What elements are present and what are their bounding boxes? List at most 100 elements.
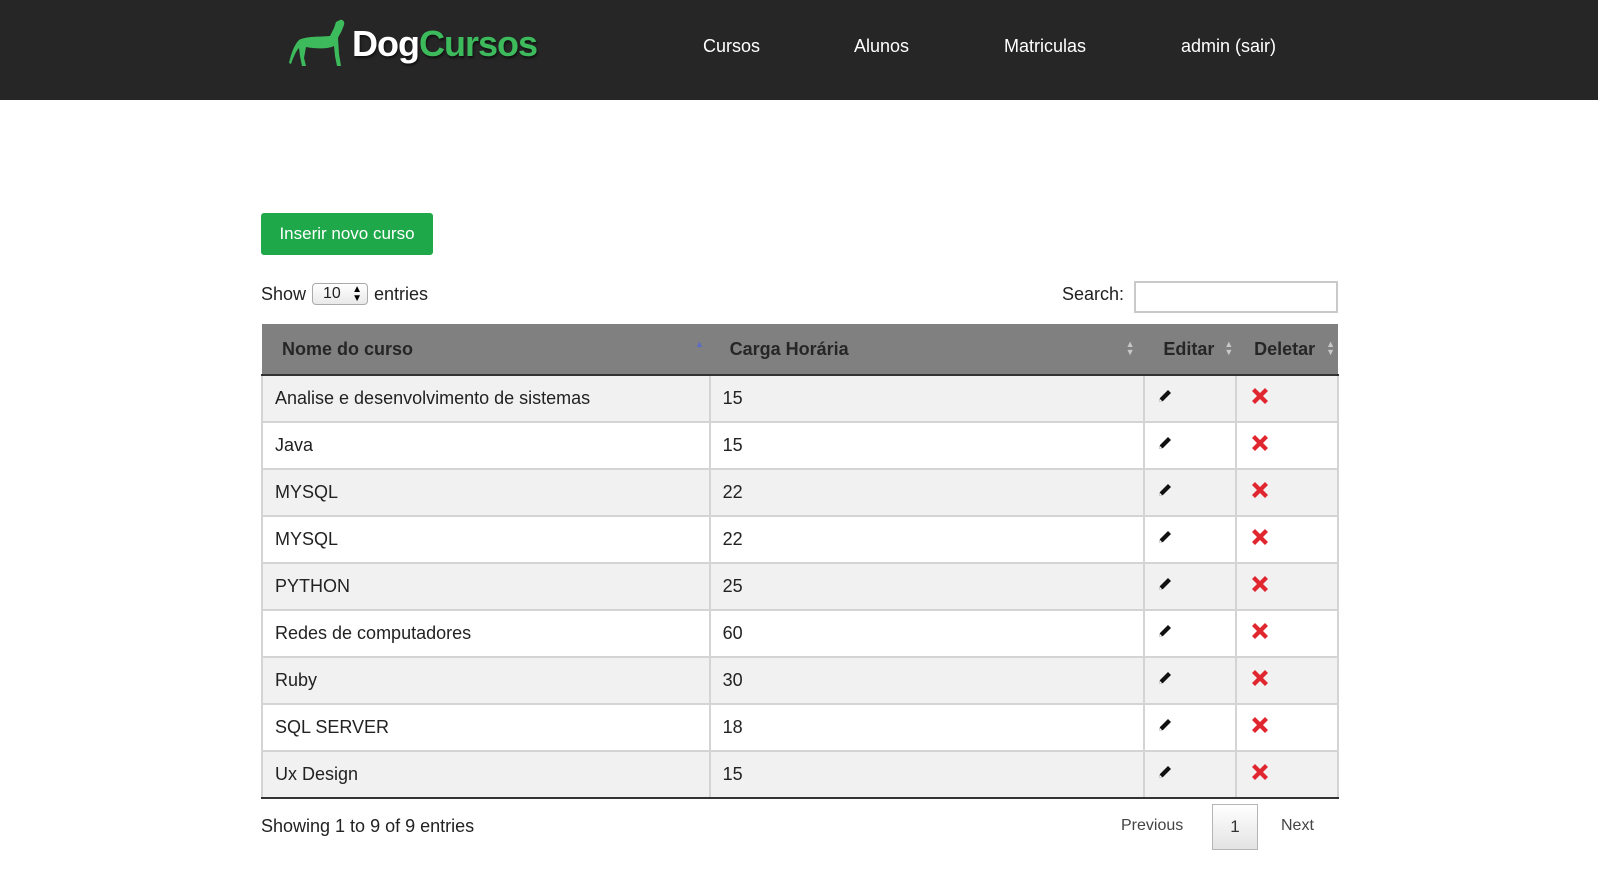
delete-x-icon[interactable] <box>1249 526 1271 553</box>
cell-deletar <box>1236 516 1339 564</box>
brand-name: DogCursos <box>352 23 538 65</box>
sort-arrows-icon: ▲ ▼ <box>1326 339 1336 357</box>
cell-nome: Analise e desenvolvimento de sistemas <box>261 375 711 423</box>
pencil-icon[interactable] <box>1157 482 1173 503</box>
cell-deletar <box>1236 375 1339 423</box>
cell-carga: 60 <box>709 610 1146 658</box>
sort-arrows-icon: ▲ ▼ <box>1224 339 1234 357</box>
delete-x-icon[interactable] <box>1249 714 1271 741</box>
page-1-button[interactable]: 1 <box>1212 804 1258 850</box>
cell-editar <box>1144 657 1238 705</box>
previous-page-button[interactable]: Previous <box>1121 817 1183 835</box>
entries-select[interactable]: 10 ▲ ▼ <box>312 283 369 305</box>
table-body: Analise e desenvolvimento de sistemas 15… <box>261 375 1339 799</box>
cell-nome: MYSQL <box>261 516 711 564</box>
cell-editar <box>1144 610 1238 658</box>
search-label: Search: <box>1062 284 1125 304</box>
cell-carga: 15 <box>709 751 1146 799</box>
pencil-icon[interactable] <box>1157 623 1173 644</box>
nav-admin-logout[interactable]: admin (sair) <box>1181 36 1276 57</box>
cell-nome: Ux Design <box>261 751 711 799</box>
delete-x-icon[interactable] <box>1249 761 1271 788</box>
delete-x-icon[interactable] <box>1249 432 1271 459</box>
table-info: Showing 1 to 9 of 9 entries <box>261 816 475 836</box>
col-editar[interactable]: Editar ▲ ▼ <box>1144 324 1237 376</box>
select-arrows-icon: ▲ ▼ <box>352 284 363 304</box>
cell-deletar <box>1236 422 1339 470</box>
entries-label: entries <box>374 283 429 304</box>
table-row: Java 15 <box>261 422 1339 470</box>
cell-deletar <box>1236 704 1339 752</box>
brand-cursos-text: Cursos <box>418 23 538 64</box>
cell-deletar <box>1236 610 1339 658</box>
cell-deletar <box>1236 657 1339 705</box>
cell-editar <box>1144 375 1238 423</box>
cell-nome: Java <box>261 422 711 470</box>
cell-carga: 22 <box>709 469 1146 517</box>
cell-nome: Ruby <box>261 657 711 705</box>
nav-cursos[interactable]: Cursos <box>703 36 760 57</box>
delete-x-icon[interactable] <box>1249 385 1271 412</box>
cell-carga: 25 <box>709 563 1146 611</box>
pencil-icon[interactable] <box>1157 670 1173 691</box>
table-row: MYSQL 22 <box>261 469 1339 517</box>
table-row: PYTHON 25 <box>261 563 1339 611</box>
show-label: Show <box>261 283 307 304</box>
col-deletar-label: Deletar <box>1254 339 1316 359</box>
delete-x-icon[interactable] <box>1249 479 1271 506</box>
cell-editar <box>1144 422 1238 470</box>
table-row: Redes de computadores 60 <box>261 610 1339 658</box>
table-row: MYSQL 22 <box>261 516 1339 564</box>
entries-length-control: Show 10 ▲ ▼ entries <box>261 283 428 305</box>
cell-editar <box>1144 469 1238 517</box>
col-editar-label: Editar <box>1163 339 1215 359</box>
pencil-icon[interactable] <box>1157 576 1173 597</box>
top-navbar: DogCursos Cursos Alunos Matriculas admin… <box>0 0 1598 100</box>
col-nome-do-curso[interactable]: Nome do curso ▲ <box>262 324 710 376</box>
delete-x-icon[interactable] <box>1249 573 1271 600</box>
cell-deletar <box>1236 751 1339 799</box>
cell-deletar <box>1236 469 1339 517</box>
col-nome-label: Nome do curso <box>282 339 414 359</box>
table-row: Ruby 30 <box>261 657 1339 705</box>
cell-carga: 15 <box>709 375 1146 423</box>
table-header-row: Nome do curso ▲ Carga Horária ▲ ▼ Editar … <box>262 324 1338 376</box>
brand-dog-text: Dog <box>352 23 420 64</box>
brand-logo[interactable]: DogCursos <box>288 16 538 72</box>
delete-x-icon[interactable] <box>1249 667 1271 694</box>
insert-course-button[interactable]: Inserir novo curso <box>261 213 433 255</box>
nav-matriculas[interactable]: Matriculas <box>1004 36 1086 57</box>
pencil-icon[interactable] <box>1157 764 1173 785</box>
cell-carga: 30 <box>709 657 1146 705</box>
table-row: SQL SERVER 18 <box>261 704 1339 752</box>
next-page-button[interactable]: Next <box>1281 817 1314 835</box>
entries-select-value: 10 <box>323 285 341 302</box>
sort-arrows-icon: ▲ ▼ <box>1125 339 1135 357</box>
col-carga-horaria[interactable]: Carga Horária ▲ ▼ <box>709 324 1145 376</box>
table-row: Analise e desenvolvimento de sistemas 15 <box>261 375 1339 423</box>
cell-editar <box>1144 516 1238 564</box>
nav-alunos[interactable]: Alunos <box>854 36 909 57</box>
cell-nome: PYTHON <box>261 563 711 611</box>
col-carga-label: Carga Horária <box>729 339 849 359</box>
dog-logo-icon <box>289 19 345 66</box>
pencil-icon[interactable] <box>1157 388 1173 409</box>
delete-x-icon[interactable] <box>1249 620 1271 647</box>
cell-editar <box>1144 751 1238 799</box>
pencil-icon[interactable] <box>1157 717 1173 738</box>
pencil-icon[interactable] <box>1157 529 1173 550</box>
cell-carga: 22 <box>709 516 1146 564</box>
cell-nome: MYSQL <box>261 469 711 517</box>
cell-carga: 18 <box>709 704 1146 752</box>
cell-editar <box>1144 704 1238 752</box>
cell-carga: 15 <box>709 422 1146 470</box>
search-input[interactable] <box>1134 281 1338 313</box>
cell-nome: Redes de computadores <box>261 610 711 658</box>
cell-nome: SQL SERVER <box>261 704 711 752</box>
col-deletar[interactable]: Deletar ▲ ▼ <box>1236 324 1338 376</box>
sort-asc-icon: ▲ <box>695 339 704 349</box>
courses-table: Nome do curso ▲ Carga Horária ▲ ▼ Editar … <box>261 324 1339 799</box>
cell-editar <box>1144 563 1238 611</box>
table-row: Ux Design 15 <box>261 751 1339 799</box>
pencil-icon[interactable] <box>1157 435 1173 456</box>
